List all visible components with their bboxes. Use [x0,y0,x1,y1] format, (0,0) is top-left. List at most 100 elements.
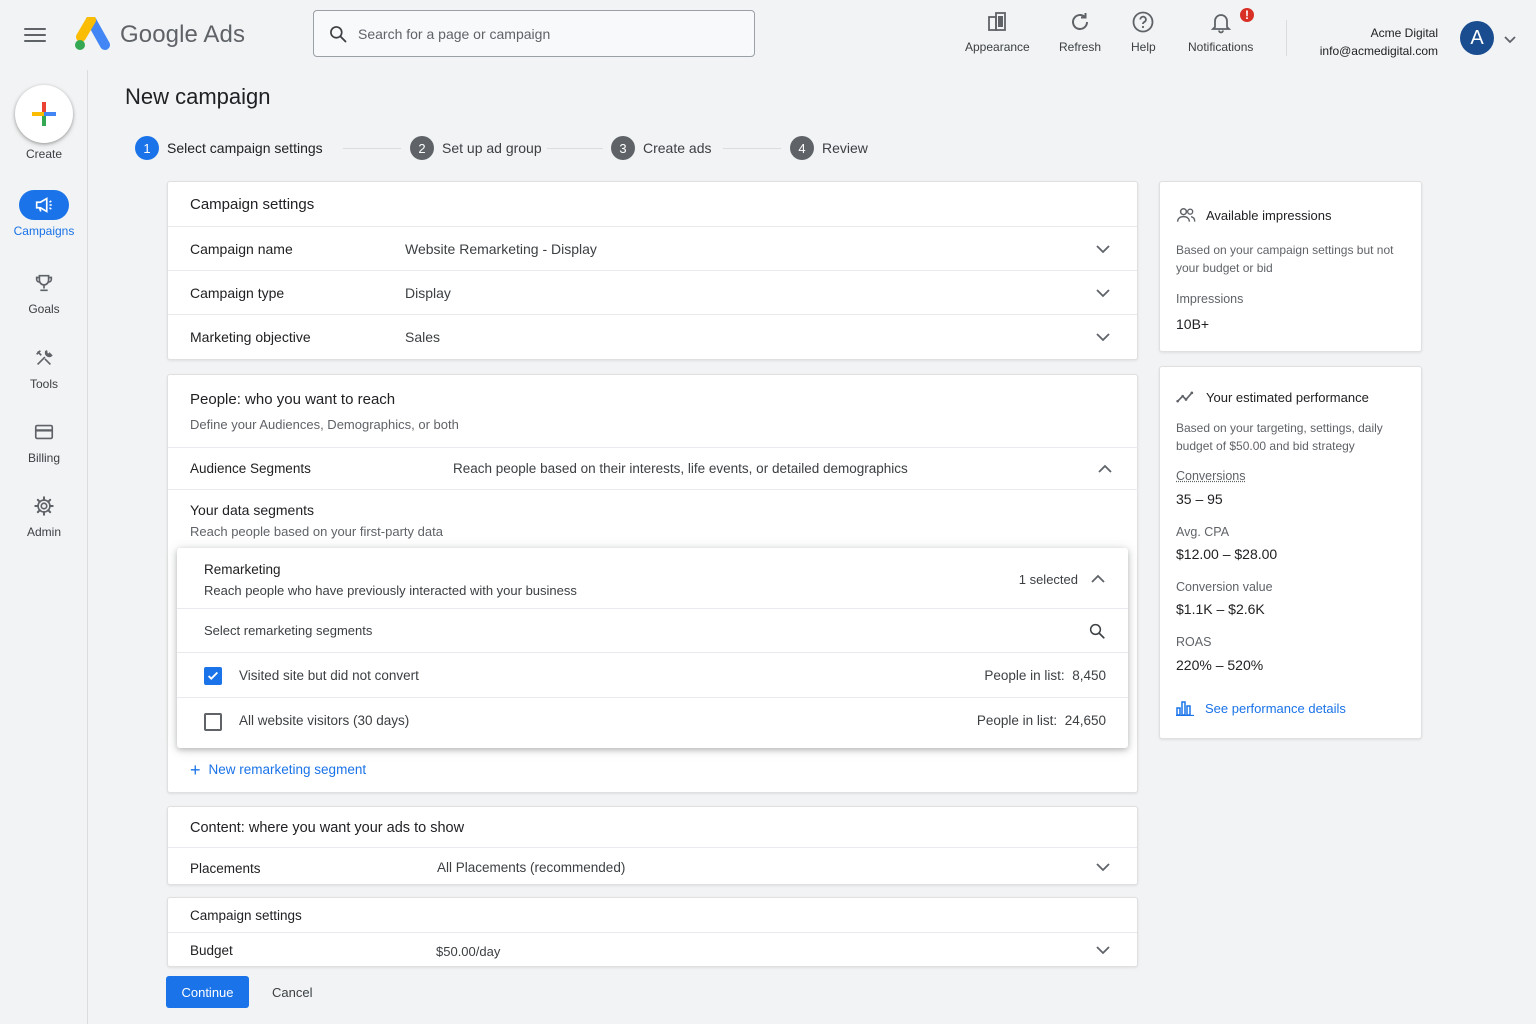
bar-chart-icon [1176,701,1194,716]
step-connector [723,148,781,149]
remarketing-search-row[interactable]: Select remarketing segments [177,609,1128,653]
marketing-objective-row[interactable]: Marketing objective Sales [168,315,1137,359]
bell-icon [1210,14,1231,34]
chevron-down-icon[interactable] [1095,285,1111,301]
content-title: Content: where you want your ads to show [190,820,465,836]
conversions-label[interactable]: Conversions [1176,469,1245,483]
appearance-button[interactable]: Appearance [965,10,1030,54]
performance-subtitle: Based on your targeting, settings, daily… [1176,421,1383,453]
step-number: 2 [410,136,434,160]
campaign-name-row[interactable]: Campaign name Website Remarketing - Disp… [168,227,1137,271]
refresh-button[interactable]: Refresh [1059,10,1101,54]
nav-goals-label: Goals [28,302,60,316]
remarketing-header[interactable]: Remarketing Reach people who have previo… [177,548,1128,609]
available-impressions-card: Available impressions Based on your camp… [1159,181,1422,352]
search-input[interactable] [358,25,738,42]
campaign-name-value: Website Remarketing - Display [405,240,597,257]
step-2[interactable]: 2 Set up ad group [410,136,542,160]
search-icon[interactable] [1088,622,1106,640]
segment-option[interactable]: Visited site but did not convert People … [177,653,1128,698]
impressions-subtitle: Based on your campaign settings but not … [1176,243,1394,275]
account-name: Acme Digital [1370,26,1438,40]
account-email: info@acmedigital.com [1319,44,1438,58]
notification-badge: ! [1238,6,1256,24]
avatar[interactable]: A [1460,21,1494,55]
notifications-label: Notifications [1188,40,1254,54]
impressions-title: Available impressions [1206,208,1332,223]
performance-title: Your estimated performance [1206,390,1369,405]
segment-option[interactable]: All website visitors (30 days) People in… [177,698,1128,748]
checkbox-unchecked[interactable] [204,713,222,731]
nav-admin[interactable]: Admin [0,491,88,539]
audience-segments-value: Reach people based on their interests, l… [453,461,908,476]
refresh-icon [1072,13,1089,30]
step-label: Create ads [643,140,712,156]
continue-button[interactable]: Continue [166,976,249,1008]
chevron-down-icon[interactable] [1095,942,1111,958]
see-performance-details-link[interactable]: See performance details [1176,700,1346,716]
left-nav: Create Campaigns Goals Tools Billing Adm… [0,70,88,1024]
budget-row[interactable]: Budget $50.00/day [168,932,1137,967]
remarketing-search-placeholder[interactable]: Select remarketing segments [204,623,372,638]
create-button[interactable] [15,85,73,143]
plus-icon: + [190,759,201,780]
campaign-type-label: Campaign type [190,284,285,301]
new-remarketing-segment-link[interactable]: + New remarketing segment [190,759,366,780]
nav-goals[interactable]: Goals [0,268,88,316]
help-icon [1132,11,1154,33]
checkbox-checked[interactable] [204,667,222,685]
step-number: 4 [790,136,814,160]
selected-count: 1 selected [1018,572,1078,587]
avg-cpa-value: $12.00 – $28.00 [1176,546,1278,562]
placements-row[interactable]: Placements All Placements (recommended) [168,847,1137,885]
cancel-button[interactable]: Cancel [262,976,322,1008]
step-3[interactable]: 3 Create ads [611,136,711,160]
people-title: People: who you want to reach [190,391,396,408]
step-number: 3 [611,136,635,160]
people-icon [1176,208,1196,222]
chevron-up-icon[interactable] [1097,461,1113,477]
menu-icon[interactable] [22,24,48,46]
chevron-down-icon[interactable] [1095,241,1111,257]
nav-create-label: Create [25,147,63,161]
chevron-down-icon[interactable] [1095,329,1111,345]
appearance-icon [988,12,1007,31]
roas-value: 220% – 520% [1176,657,1264,673]
roas-label: ROAS [1176,635,1212,649]
remarketing-title: Remarketing [204,562,281,577]
campaign-type-row[interactable]: Campaign type Display [168,271,1137,315]
audience-segments-row[interactable]: Audience Segments Reach people based on … [168,447,1139,490]
nav-tools-label: Tools [29,377,58,391]
chevron-up-icon[interactable] [1090,571,1106,587]
search-icon [330,25,347,42]
data-segments-title: Your data segments [190,502,315,518]
people-in-list-value: 24,650 [1064,713,1106,728]
placements-label: Placements [190,861,261,876]
marketing-objective-value: Sales [405,329,441,345]
segment-label: Visited site but did not convert [239,668,419,683]
audience-segments-label: Audience Segments [190,461,311,476]
tools-icon [19,343,69,373]
step-4[interactable]: 4 Review [790,136,868,160]
notifications-button[interactable]: Notifications ! [1188,6,1256,54]
avg-cpa-label: Avg. CPA [1176,525,1230,539]
budget-label: Budget [190,943,233,958]
plus-icon [32,102,56,126]
trophy-icon [19,268,69,298]
trending-icon [1176,391,1194,403]
chevron-down-icon[interactable] [1095,859,1111,875]
account-info[interactable]: Acme Digital info@acmedigital.com [1320,24,1438,60]
help-label: Help [1131,40,1156,54]
nav-tools[interactable]: Tools [0,343,88,391]
help-button[interactable]: Help [1131,10,1156,54]
step-1[interactable]: 1 Select campaign settings [135,136,323,160]
see-performance-details-label: See performance details [1205,700,1346,716]
nav-billing[interactable]: Billing [0,417,88,465]
campaign-settings-budget-card: Campaign settings Budget $50.00/day [167,897,1138,967]
campaign-settings-card: Campaign settings Campaign name Website … [167,181,1138,360]
search-bar[interactable] [313,10,755,57]
nav-campaigns[interactable]: Campaigns [0,190,88,238]
campaign-settings-title: Campaign settings [190,908,302,923]
chevron-down-icon[interactable] [1502,31,1518,47]
marketing-objective-label: Marketing objective [190,329,311,345]
